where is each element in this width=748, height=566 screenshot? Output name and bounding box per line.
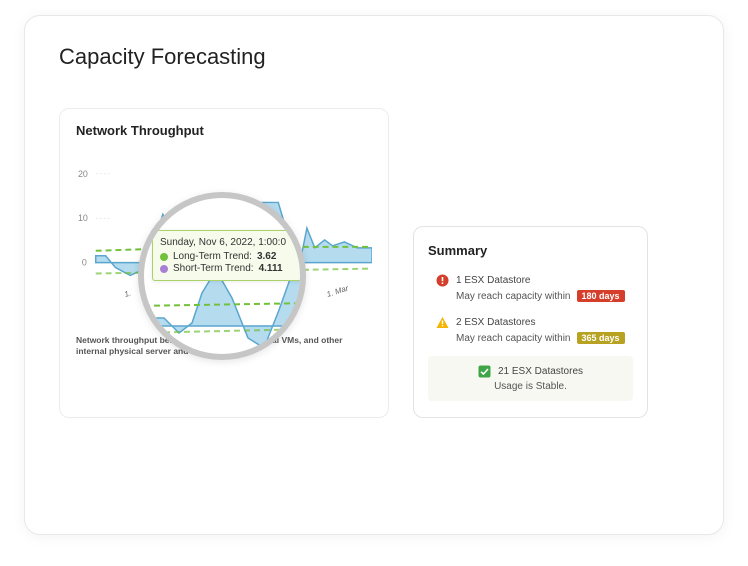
summary-card: Summary 1 ESX Datastore May reach capaci… [413,226,648,418]
summary-warning-text: May reach capacity within [456,333,571,344]
critical-icon [436,274,449,287]
page-card: Capacity Forecasting Network Throughput … [24,15,724,535]
summary-title: Summary [428,243,633,258]
dot-icon-purple [160,265,168,273]
warning-icon [436,316,449,329]
network-throughput-card: Network Throughput 20 10 0 [59,108,389,418]
summary-stable: 21 ESX Datastores Usage is Stable. [428,356,633,401]
tooltip-date: Sunday, Nov 6, 2022, 1:00:0 [160,237,296,248]
chart-title: Network Throughput [76,123,372,138]
magnifier-lens: Sunday, Nov 6, 2022, 1:00:0 Long-Term Tr… [138,192,306,360]
y-tick: 20 [78,169,88,179]
tooltip-long-label: Long-Term Trend: [173,251,252,262]
page-title: Capacity Forecasting [59,44,689,70]
x-tick: 1. Mar [325,283,349,299]
summary-critical: 1 ESX Datastore May reach capacity withi… [428,272,633,304]
tooltip-long-value: 3.62 [257,251,276,262]
y-tick: 10 [78,213,88,223]
summary-critical-text: May reach capacity within [456,291,571,302]
badge-critical: 180 days [577,290,625,302]
tooltip-short-value: 4.111 [259,263,283,274]
badge-warning: 365 days [577,332,625,344]
summary-stable-label: 21 ESX Datastores [498,366,583,377]
tooltip-long-term: Long-Term Trend: 3.62 [160,251,296,262]
chart-area[interactable]: 20 10 0 1. 1. Mar [76,148,372,323]
summary-warning: 2 ESX Datastores May reach capacity with… [428,314,633,346]
summary-warning-label: 2 ESX Datastores [456,317,535,328]
y-tick: 0 [82,258,87,268]
content-row: Network Throughput 20 10 0 [59,108,689,418]
chart-tooltip: Sunday, Nov 6, 2022, 1:00:0 Long-Term Tr… [152,230,304,281]
x-tick: 1. [123,288,132,299]
tooltip-short-term: Short-Term Trend: 4.111 [160,263,296,274]
check-icon [478,365,491,378]
tooltip-short-label: Short-Term Trend: [173,263,254,274]
summary-critical-label: 1 ESX Datastore [456,275,530,286]
dot-icon-green [160,253,168,261]
summary-stable-text: Usage is Stable. [428,381,633,392]
